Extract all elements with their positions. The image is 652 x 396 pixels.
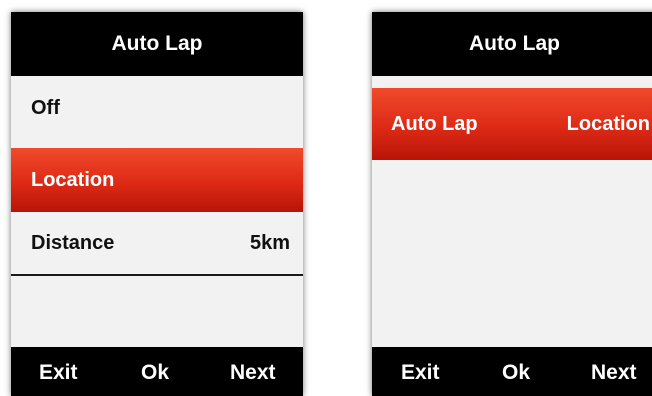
menu-item-distance[interactable]: Distance 5km bbox=[11, 212, 303, 276]
next-softkey[interactable]: Next bbox=[230, 361, 276, 385]
exit-softkey[interactable]: Exit bbox=[39, 361, 78, 385]
auto-lap-summary-screen: Auto Lap Auto Lap Location Exit Ok Next bbox=[372, 12, 652, 396]
screen-title: Auto Lap bbox=[469, 32, 560, 55]
next-softkey[interactable]: Next bbox=[591, 361, 637, 385]
menu-item-location[interactable]: Location bbox=[11, 148, 303, 212]
menu-item-value: 5km bbox=[249, 231, 290, 254]
screen-title-bar: Auto Lap bbox=[11, 12, 303, 76]
softkey-bar: Exit Ok Next bbox=[372, 347, 652, 396]
menu-item-label: Location bbox=[31, 168, 115, 191]
screen-title-bar: Auto Lap bbox=[372, 12, 652, 76]
screen-title: Auto Lap bbox=[111, 32, 203, 55]
softkey-bar: Exit Ok Next bbox=[11, 347, 303, 396]
ok-softkey[interactable]: Ok bbox=[502, 361, 530, 385]
ok-softkey[interactable]: Ok bbox=[141, 361, 169, 385]
auto-lap-options-screen: Auto Lap Off Location Distance 5km Exit … bbox=[11, 12, 303, 396]
auto-lap-setting-row[interactable]: Auto Lap Location bbox=[372, 88, 652, 160]
setting-value: Location bbox=[566, 112, 650, 135]
setting-label: Auto Lap bbox=[391, 112, 478, 135]
exit-softkey[interactable]: Exit bbox=[401, 361, 440, 385]
menu-item-label: Distance bbox=[31, 231, 115, 254]
menu-item-off[interactable]: Off bbox=[11, 76, 303, 140]
menu-item-label: Off bbox=[31, 96, 60, 119]
